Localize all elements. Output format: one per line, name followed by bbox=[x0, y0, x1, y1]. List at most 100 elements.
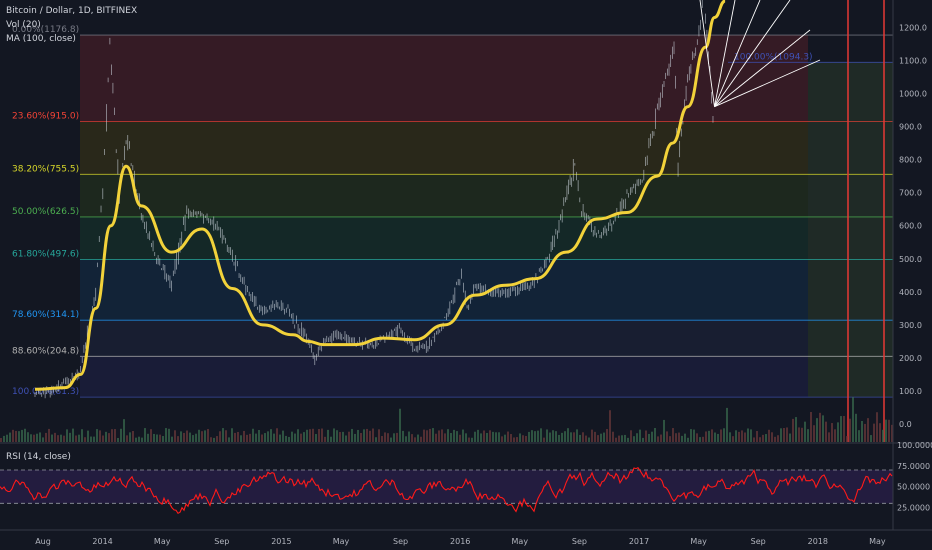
volume-bar bbox=[411, 434, 413, 442]
volume-bar bbox=[621, 435, 623, 442]
volume-bar bbox=[789, 433, 791, 442]
volume-bar bbox=[531, 430, 533, 442]
volume-bar bbox=[693, 429, 695, 442]
volume-bar bbox=[534, 431, 536, 442]
volume-bar bbox=[453, 429, 455, 442]
volume-bar bbox=[585, 435, 587, 442]
volume-bar bbox=[774, 436, 776, 442]
volume-bar bbox=[300, 433, 302, 442]
symbol-title: Bitcoin / Dollar, 1D, BITFINEX bbox=[6, 6, 137, 16]
volume-bar bbox=[759, 437, 761, 442]
price-tick-label: 100.0 bbox=[899, 387, 922, 396]
price-tick-label: 500.0 bbox=[899, 255, 922, 264]
volume-bar bbox=[567, 428, 569, 442]
volume-bar bbox=[468, 437, 470, 442]
volume-bar bbox=[669, 436, 671, 442]
volume-bar bbox=[828, 432, 830, 442]
volume-bar bbox=[708, 430, 710, 442]
volume-bar bbox=[39, 432, 41, 442]
volume-bar bbox=[150, 429, 152, 442]
volume-bar bbox=[546, 429, 548, 442]
volume-bar bbox=[756, 431, 758, 442]
volume-bar bbox=[27, 432, 29, 442]
volume-histogram bbox=[0, 397, 893, 442]
fib-zone-0 bbox=[80, 35, 808, 122]
volume-bar bbox=[678, 432, 680, 442]
volume-bar bbox=[270, 429, 272, 442]
volume-bar bbox=[255, 433, 257, 442]
volume-bar bbox=[726, 407, 728, 442]
volume-bar bbox=[366, 428, 368, 442]
volume-bar bbox=[861, 420, 863, 442]
volume-bar bbox=[603, 432, 605, 442]
volume-bar bbox=[777, 435, 779, 442]
volume-bar bbox=[153, 433, 155, 442]
volume-bar bbox=[174, 430, 176, 442]
volume-bar bbox=[90, 436, 92, 442]
volume-bar bbox=[396, 432, 398, 442]
volume-bar bbox=[36, 433, 38, 442]
volume-bar bbox=[213, 437, 215, 442]
price-chart[interactable]: 0.00%(1176.8)23.60%(915.0)38.20%(755.5)5… bbox=[0, 0, 932, 550]
volume-bar bbox=[762, 434, 764, 442]
volume-bar bbox=[489, 430, 491, 442]
volume-bar bbox=[522, 435, 524, 442]
volume-bar bbox=[177, 436, 179, 442]
volume-bar bbox=[507, 431, 509, 442]
volume-bar bbox=[561, 432, 563, 442]
volume-bar bbox=[555, 431, 557, 442]
volume-bar bbox=[351, 428, 353, 442]
volume-bar bbox=[348, 431, 350, 442]
volume-bar bbox=[498, 432, 500, 442]
volume-bar bbox=[630, 430, 632, 442]
volume-bar bbox=[78, 434, 80, 442]
volume-bar bbox=[21, 429, 23, 442]
fib-label-4: 61.80%(497.6) bbox=[12, 250, 79, 260]
volume-bar bbox=[96, 429, 98, 442]
volume-bar bbox=[87, 430, 89, 442]
volume-bar bbox=[471, 437, 473, 442]
volume-bar bbox=[822, 415, 824, 442]
volume-bar bbox=[141, 437, 143, 442]
volume-bar bbox=[423, 429, 425, 442]
volume-bar bbox=[807, 429, 809, 442]
fib-zone-1 bbox=[80, 121, 808, 175]
volume-bar bbox=[849, 418, 851, 442]
volume-bar bbox=[747, 428, 749, 442]
volume-bar bbox=[840, 416, 842, 442]
time-tick-label: May bbox=[690, 537, 707, 546]
volume-bar bbox=[597, 435, 599, 442]
price-tick-label: 800.0 bbox=[899, 156, 922, 165]
volume-bar bbox=[321, 428, 323, 442]
volume-bar bbox=[855, 413, 857, 442]
volume-bar bbox=[432, 428, 434, 442]
time-tick-label: May bbox=[512, 537, 529, 546]
volume-bar bbox=[540, 428, 542, 442]
volume-bar bbox=[594, 431, 596, 442]
volume-bar bbox=[666, 431, 668, 442]
volume-bar bbox=[483, 430, 485, 442]
time-tick-label: May bbox=[154, 537, 171, 546]
volume-bar bbox=[798, 427, 800, 442]
volume-bar bbox=[201, 431, 203, 442]
volume-bar bbox=[291, 431, 293, 442]
volume-bar bbox=[858, 430, 860, 442]
volume-bar bbox=[699, 437, 701, 442]
volume-bar bbox=[276, 428, 278, 442]
volume-bar bbox=[876, 412, 878, 442]
volume-bar bbox=[132, 430, 134, 442]
fib-label-6: 88.60%(204.8) bbox=[12, 346, 79, 356]
volume-bar bbox=[516, 437, 518, 442]
volume-bar bbox=[198, 429, 200, 442]
volume-bar bbox=[102, 435, 104, 442]
volume-bar bbox=[282, 430, 284, 442]
time-tick-label: Sep bbox=[751, 537, 766, 546]
volume-bar bbox=[813, 425, 815, 442]
volume-bar bbox=[651, 431, 653, 442]
volume-bar bbox=[867, 418, 869, 442]
volume-bar bbox=[831, 423, 833, 442]
fib-label-5: 78.60%(314.1) bbox=[12, 310, 79, 320]
volume-bar bbox=[231, 428, 233, 442]
price-tick-label: 1100.0 bbox=[899, 56, 927, 65]
volume-bar bbox=[240, 435, 242, 442]
